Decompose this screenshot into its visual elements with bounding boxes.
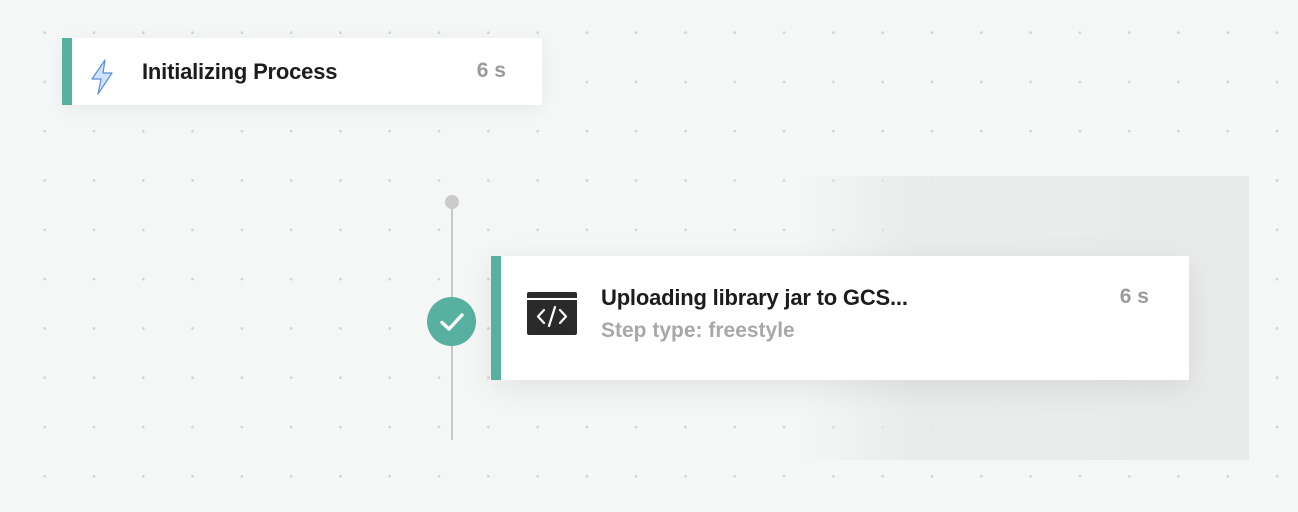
- step-type-label: Step type: freestyle: [601, 319, 795, 342]
- step-title: Uploading library jar to GCS...: [601, 285, 908, 310]
- code-terminal-icon: [527, 292, 577, 335]
- pipeline-canvas[interactable]: Initializing Process 6 s Uploading libra…: [0, 0, 1298, 512]
- initializing-step-duration: 6 s: [476, 59, 506, 82]
- checkmark-icon: [439, 312, 464, 331]
- timeline-start-dot: [445, 195, 459, 209]
- step-accent-bar: [491, 256, 501, 380]
- lightning-icon: [91, 59, 113, 95]
- initializing-step-title: Initializing Process: [142, 59, 338, 84]
- initializing-process-step[interactable]: Initializing Process 6 s: [62, 38, 542, 105]
- step-status-success: [427, 297, 476, 346]
- workflow-step-card[interactable]: Uploading library jar to GCS... Step typ…: [491, 256, 1189, 380]
- step-duration: 6 s: [1119, 285, 1149, 308]
- step-accent-bar: [62, 38, 72, 105]
